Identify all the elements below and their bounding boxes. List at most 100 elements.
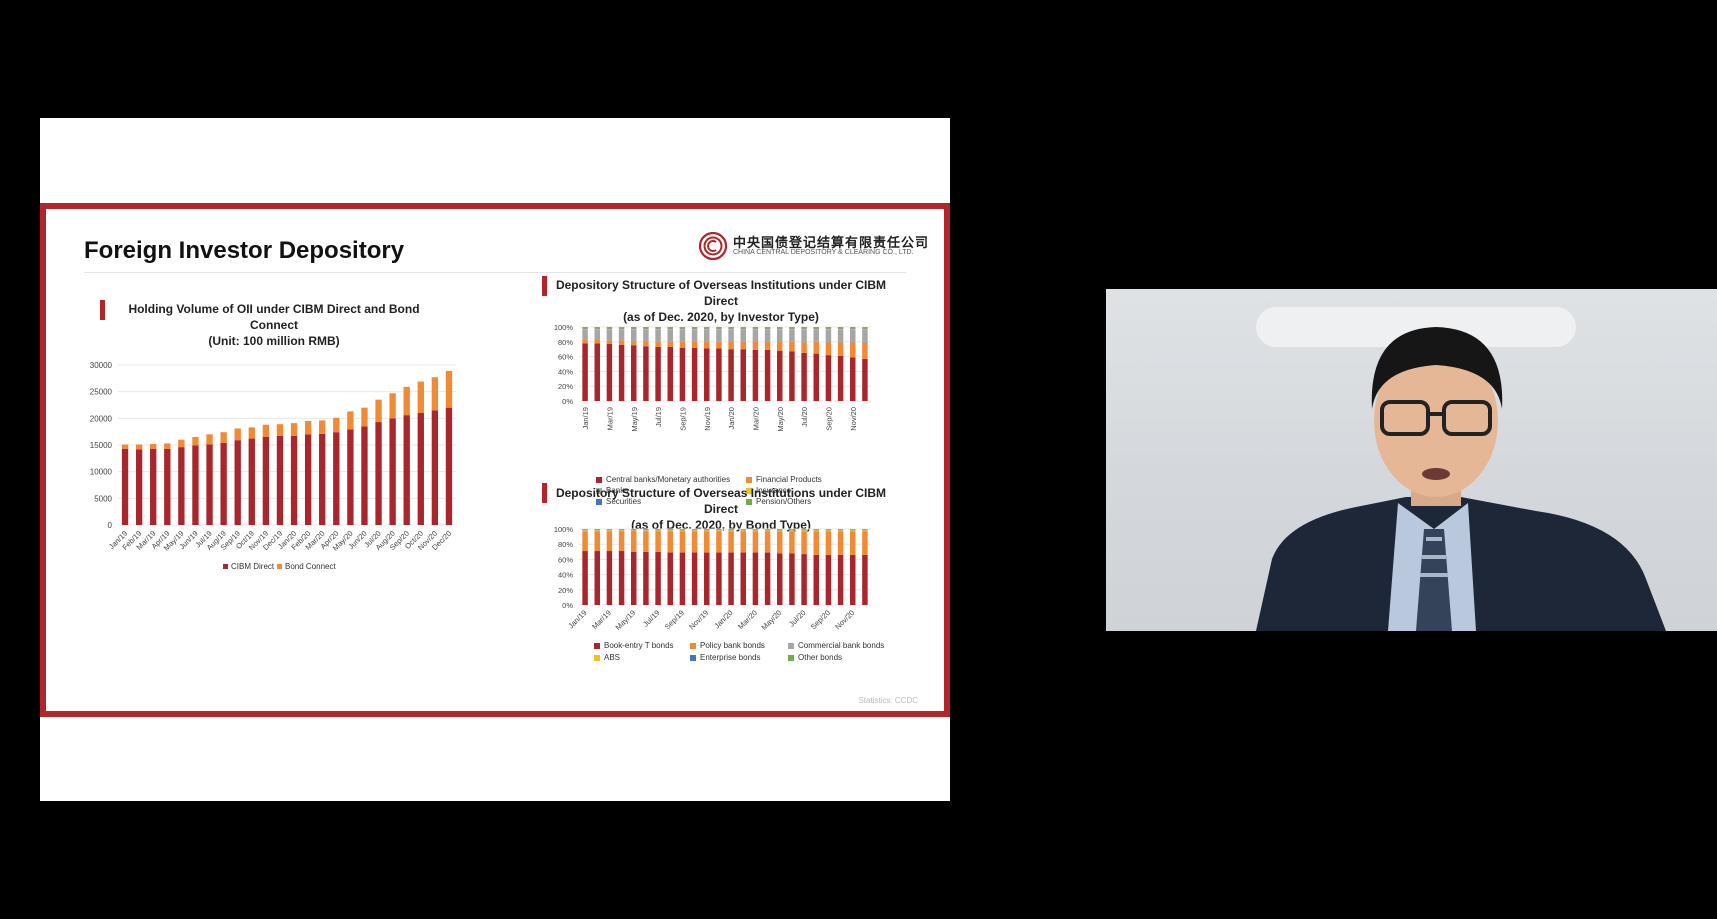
chart2-xtick-label: Nov/20	[849, 407, 858, 431]
chart3-xtick-label: Sep/20	[809, 608, 832, 631]
chart2-bar-segment	[752, 327, 759, 329]
chart3-bar-segment	[631, 529, 637, 531]
chart2-bar-segment	[606, 328, 613, 330]
chart2-bar-segment	[716, 341, 722, 349]
chart2-bar-segment	[764, 349, 771, 401]
chart2-legend-label: Central banks/Monetary authorities	[606, 475, 731, 484]
chart2-bar-segment	[801, 329, 807, 343]
chart2-bar-segment	[704, 341, 710, 349]
chart1-bar-segment	[445, 370, 453, 408]
chart3-bar-segment	[582, 551, 588, 605]
chart2-bar-segment	[643, 328, 649, 330]
chart2-bar-segment	[825, 355, 832, 401]
chart2-bar-segment	[631, 327, 637, 328]
chart3-bar-segment	[837, 554, 844, 605]
chart3-bar-segment	[618, 531, 625, 552]
chart3-ytick-label: 0%	[562, 601, 573, 610]
chart1-bar-segment	[375, 399, 382, 423]
chart1-ytick-label: 10000	[90, 468, 113, 477]
chart1-bar-segment	[304, 434, 312, 525]
chart1-bar-segment	[121, 448, 129, 525]
chart3-legend-item: Policy bank bonds	[690, 641, 765, 650]
chart3-bar-segment	[691, 530, 698, 532]
chart1-bar-segment	[150, 448, 157, 525]
chart2-bar-segment	[704, 327, 710, 328]
chart3-bar-segment	[679, 552, 686, 605]
chart1-ytick-label: 0	[108, 521, 113, 530]
chart2-bar-segment	[850, 357, 856, 401]
chart3-legend-item: Book-entry T bonds	[594, 641, 674, 650]
chart3-bar-segment	[801, 531, 807, 555]
chart2-bar-segment	[679, 347, 686, 401]
chart3-xtick-label: May/19	[614, 608, 638, 632]
chart3-bar-segment	[850, 531, 856, 555]
chart3-bar-segment	[728, 531, 734, 553]
chart3-bar-segment	[740, 529, 746, 531]
chart3-bar-segment	[594, 531, 600, 552]
chart1-bar-segment	[206, 434, 213, 445]
chart2-bar-segment	[801, 328, 807, 330]
chart1-bar-segment	[333, 417, 340, 433]
chart1-legend-label: Bond Connect	[285, 562, 336, 571]
chart3-bar-segment	[850, 529, 856, 531]
chart1-bar-segment	[234, 428, 241, 441]
chart3-bar-segment	[752, 531, 759, 553]
chart1-bar-segment	[445, 407, 453, 525]
chart3-bar-segment	[825, 530, 832, 532]
chart3-bar-segment	[643, 531, 649, 552]
chart2-bar-segment	[837, 328, 844, 330]
chart3-xtick-label: Sep/19	[663, 608, 686, 631]
chart3-bar-segment	[764, 531, 771, 553]
chart1-bar-segment	[361, 407, 368, 427]
chart2-bar-segment	[606, 340, 613, 345]
chart2-bar-segment	[582, 327, 588, 329]
chart2-bar-segment	[618, 328, 625, 330]
chart2-bar-segment	[850, 327, 856, 329]
chart2-bar-segment	[606, 327, 613, 329]
chart2-bar-segment	[679, 327, 686, 329]
chart2-bar-segment	[862, 327, 868, 328]
chart2-bar-segment	[837, 329, 844, 343]
chart3-bar-segment	[862, 531, 868, 555]
chart3-bar-segment	[606, 531, 613, 552]
chart2-bar-segment	[728, 327, 734, 328]
chart1-ytick-label: 15000	[90, 441, 113, 450]
chart2-bar-segment	[752, 327, 759, 328]
chart1-bar-segment	[206, 444, 213, 525]
chart2-bar-segment	[740, 327, 746, 329]
chart3-ytick-label: 40%	[558, 571, 573, 580]
chart2-bar-segment	[777, 327, 783, 328]
chart1-bar-segment	[220, 442, 227, 525]
chart3-bar-segment	[679, 529, 686, 531]
chart3-ytick-label: 80%	[558, 540, 573, 549]
chart2-legend-label: Financial Products	[756, 475, 822, 484]
chart3-xtick-label: May/20	[760, 608, 784, 632]
chart2-bar-segment	[691, 341, 698, 348]
chart2-bar-segment	[850, 327, 856, 328]
chart3-bar-segment	[704, 531, 710, 553]
chart3-legend-swatch	[788, 654, 794, 661]
chart2-legend-swatch	[596, 476, 602, 483]
chart2-bar-segment	[752, 329, 759, 342]
chart2-bar-segment	[777, 341, 783, 351]
chart2-bar-segment	[594, 328, 600, 330]
chart1-ytick-label: 30000	[90, 361, 113, 370]
chart2-bar-segment	[764, 328, 771, 330]
chart3-legend-label: Other bonds	[798, 653, 843, 662]
chart3-bar-segment	[789, 530, 795, 532]
chart3-bar-segment	[862, 554, 868, 605]
chart3-legend-label: Enterprise bonds	[700, 653, 761, 662]
chart2-bar-segment	[862, 342, 868, 359]
chart3-bar-segment	[752, 530, 759, 532]
chart1-bar-segment	[192, 437, 199, 446]
chart2-bar-segment	[837, 342, 844, 356]
chart2-xtick-label: May/19	[630, 407, 639, 432]
chart2-bar-segment	[728, 328, 734, 330]
chart3-bar-segment	[728, 552, 734, 605]
chart2-xtick-label: Jan/19	[581, 407, 590, 430]
holding-volume-chart: 300002500020000150001000050000Jan/19Feb/…	[90, 361, 456, 571]
chart2-bar-segment	[764, 329, 771, 342]
chart3-bar-segment	[837, 530, 844, 532]
chart2-bar-segment	[752, 349, 759, 401]
chart2-bar-segment	[704, 327, 710, 329]
